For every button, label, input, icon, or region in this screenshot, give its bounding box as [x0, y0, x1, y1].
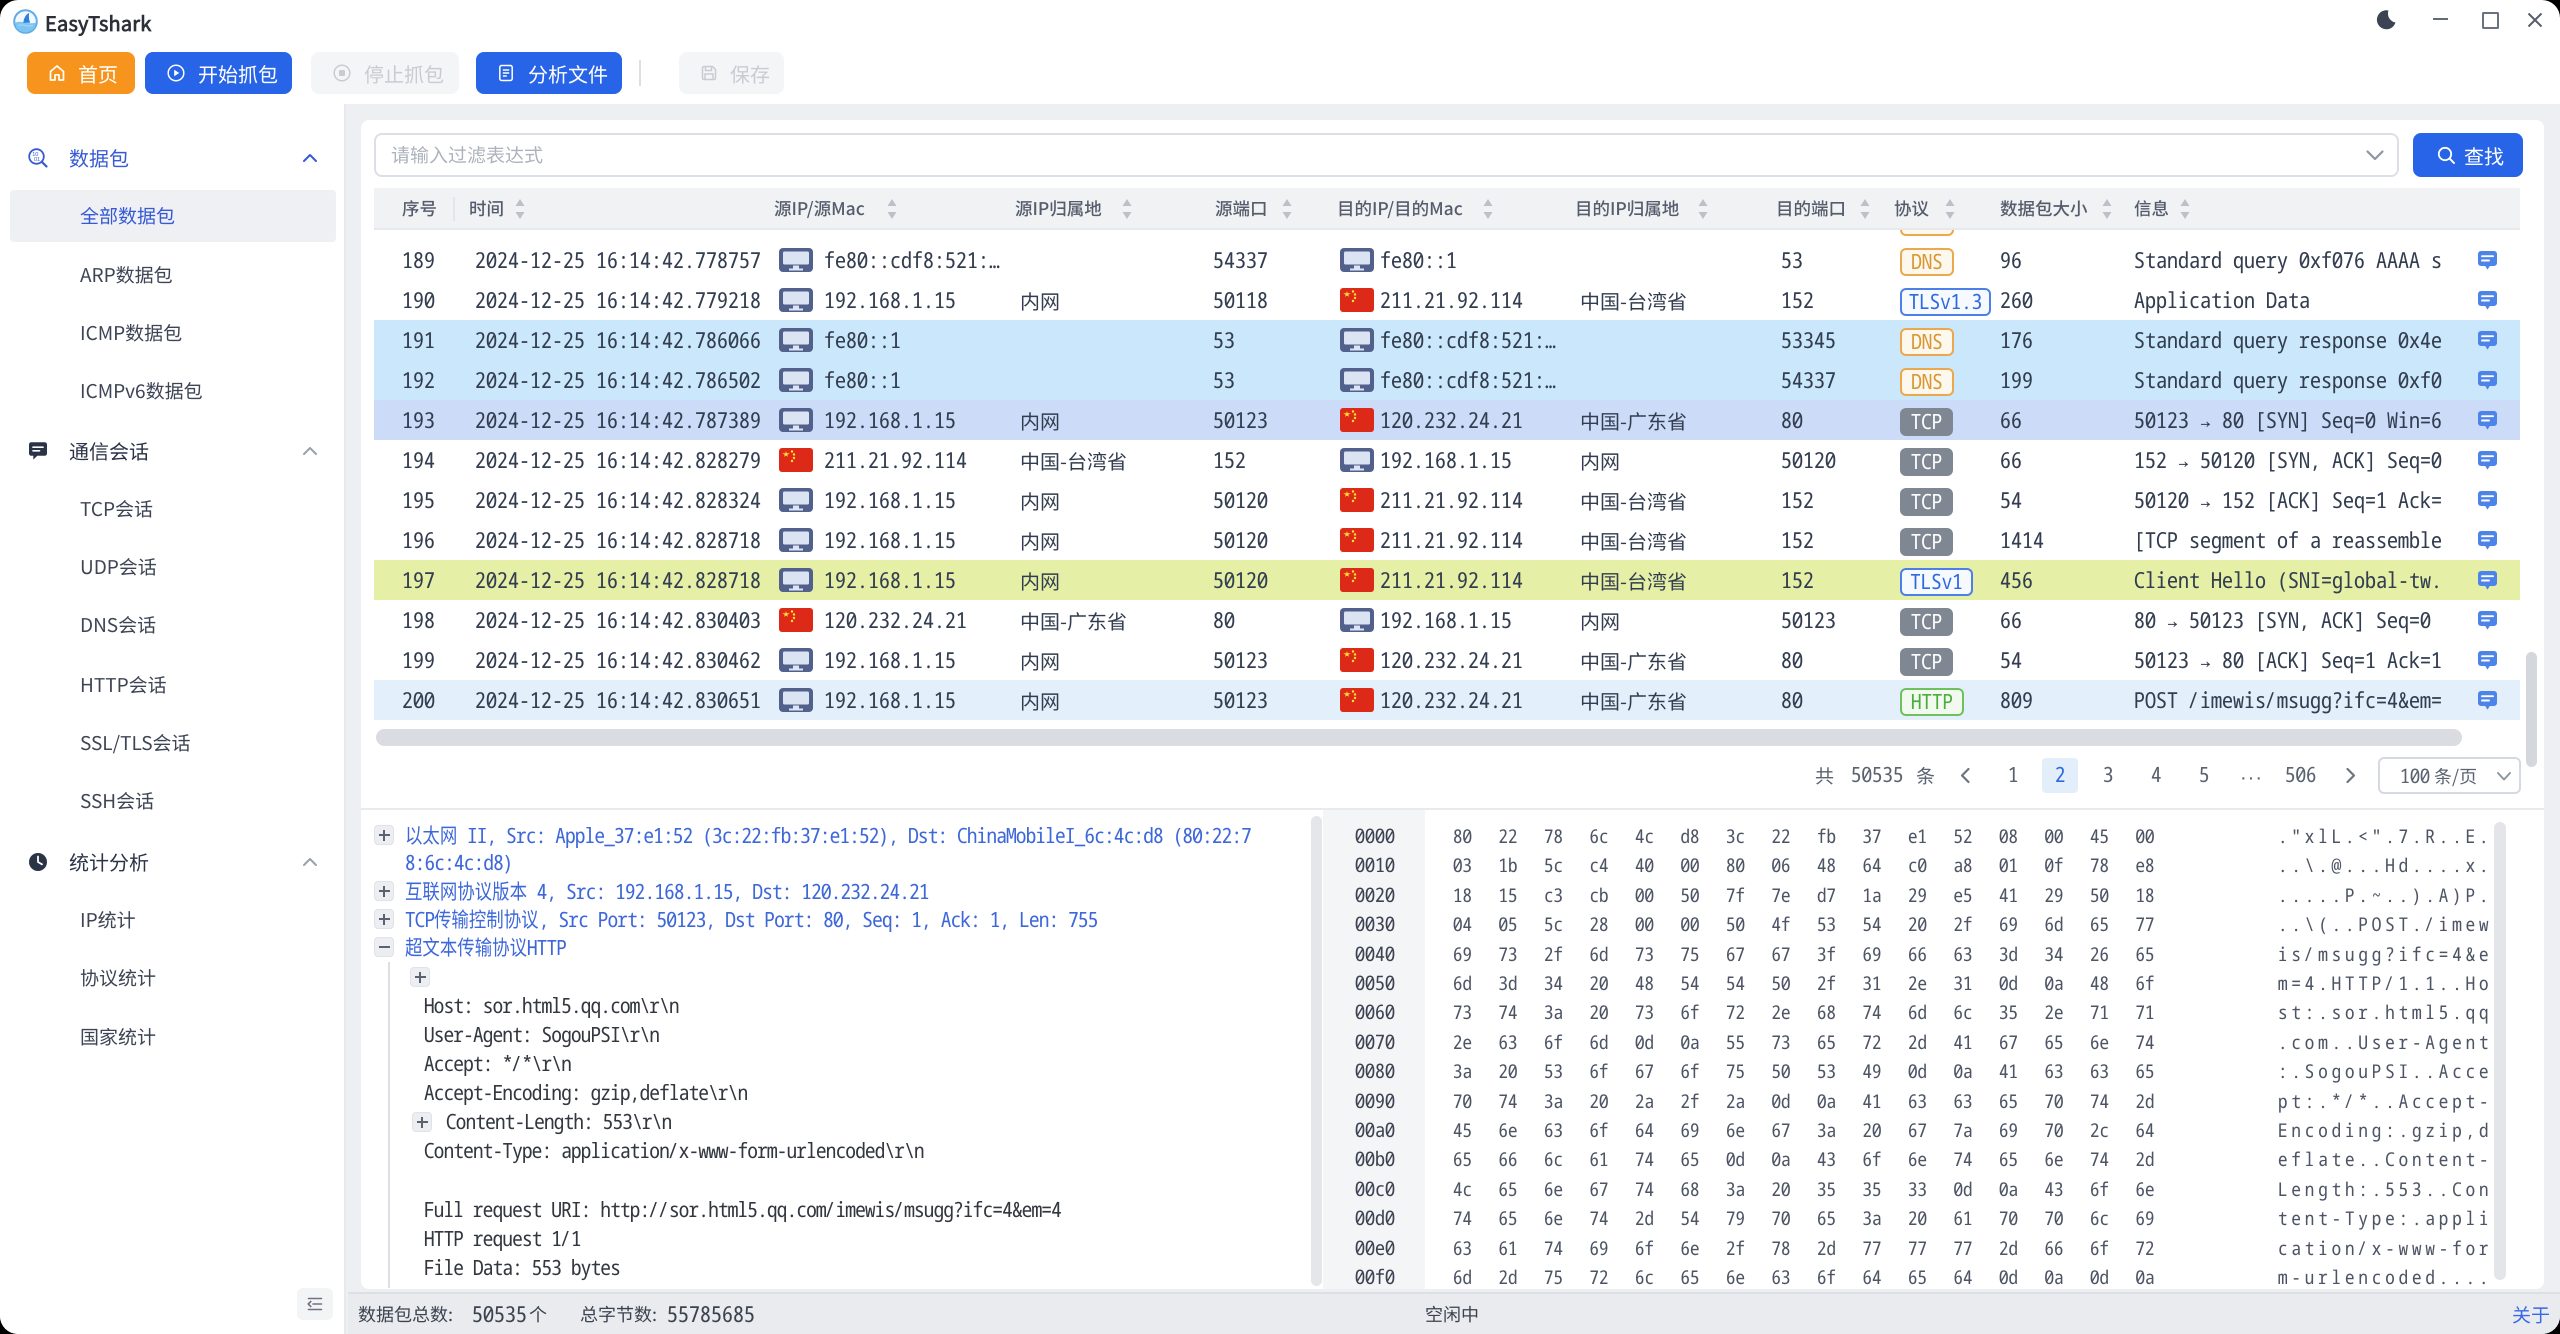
svg-text:01: 01	[34, 157, 40, 163]
